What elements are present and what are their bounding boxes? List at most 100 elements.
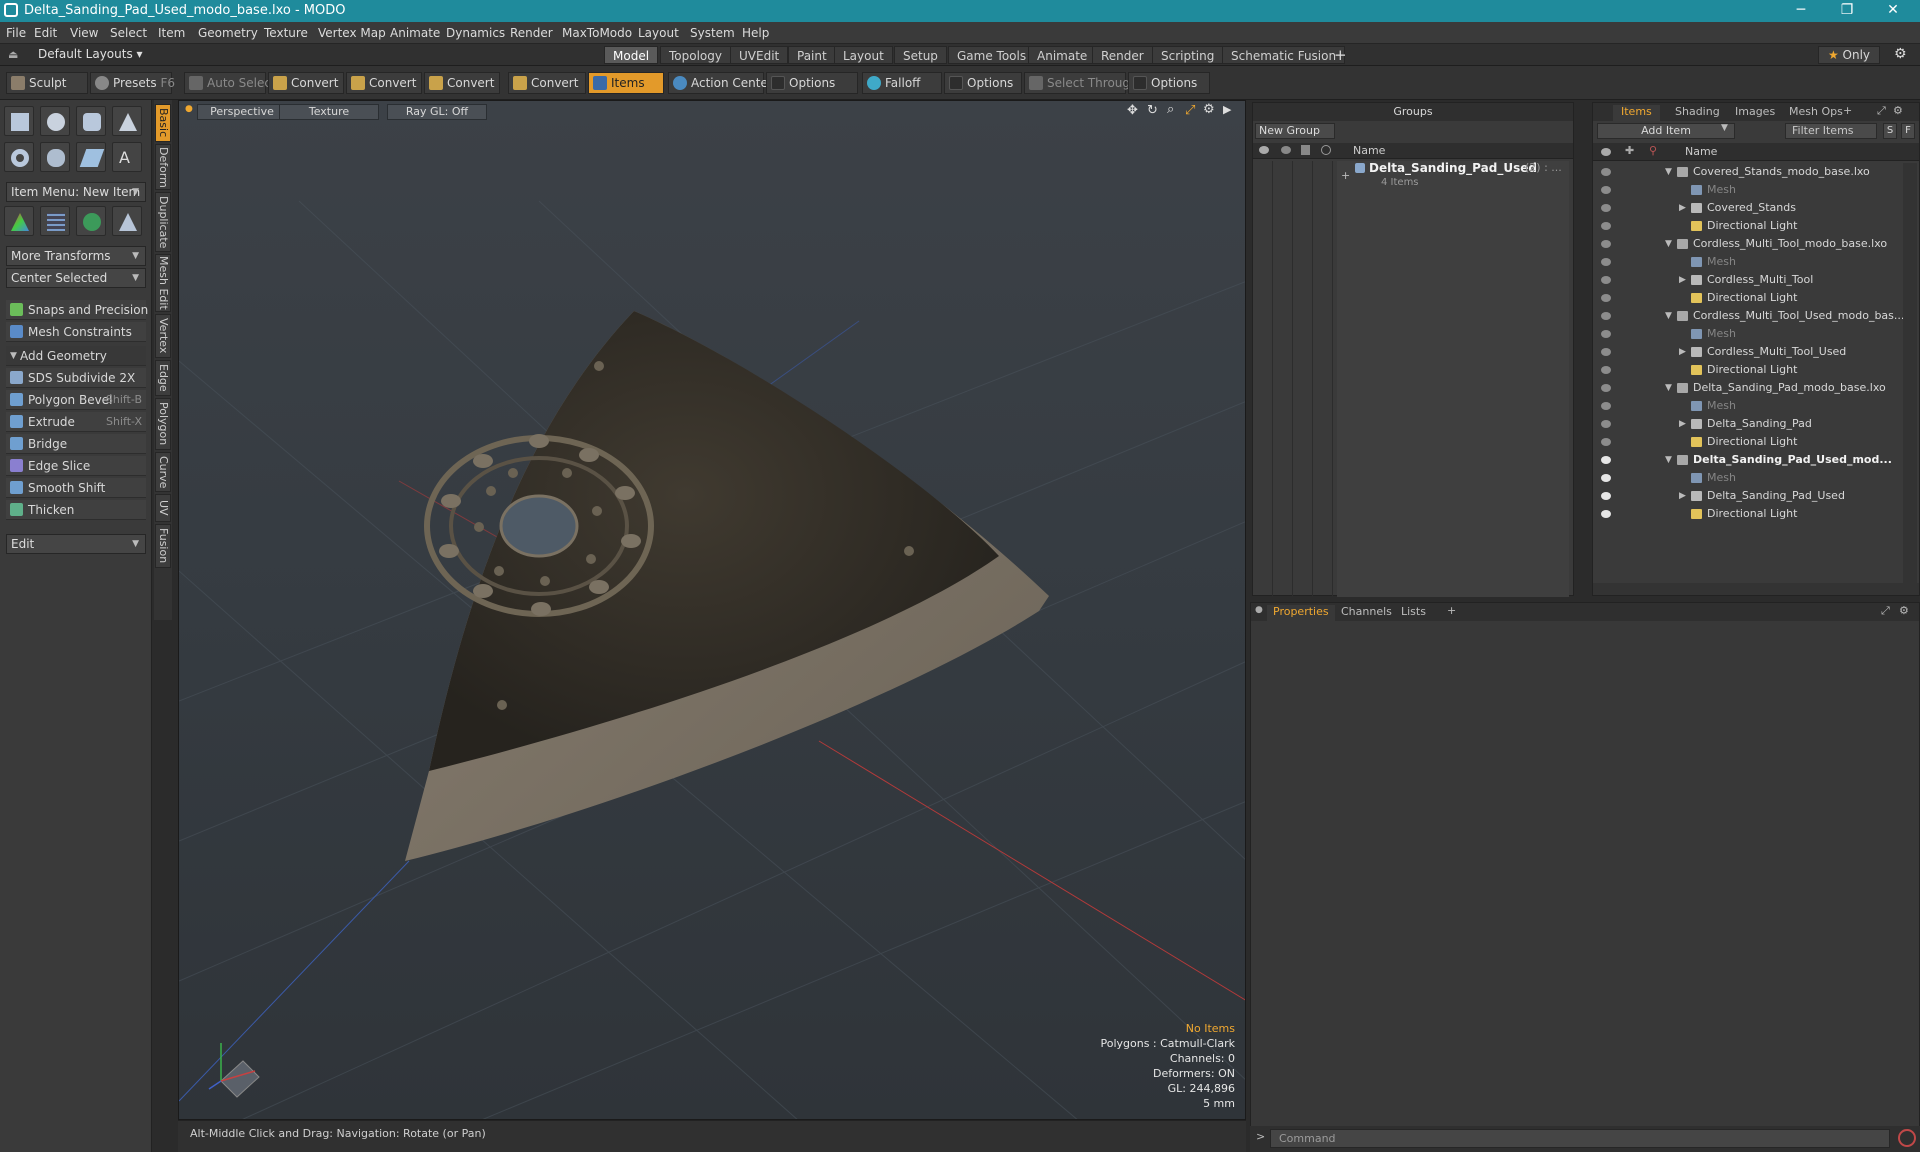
new-group-button[interactable]: New Group: [1255, 123, 1335, 139]
tab-layout[interactable]: Layout: [834, 46, 893, 64]
close-button[interactable]: ✕: [1870, 0, 1916, 22]
tab-render[interactable]: Render: [1092, 46, 1153, 64]
item-row[interactable]: ▶ Delta_Sanding_Pad: [1593, 415, 1903, 433]
edit-dropdown[interactable]: Edit ▼: [6, 534, 146, 554]
panel-settings-icon[interactable]: ⚙: [1899, 604, 1909, 617]
add-tab-icon[interactable]: +: [1843, 104, 1852, 117]
visibility-eye-icon[interactable]: [1601, 492, 1611, 500]
add-geometry-header[interactable]: ▼ Add Geometry: [6, 346, 146, 366]
vtab-basic[interactable]: Basic: [155, 104, 171, 142]
menu-edit[interactable]: Edit: [34, 26, 57, 40]
auto-select-button[interactable]: Auto Select: [184, 72, 276, 94]
vtab-mesh-edit[interactable]: Mesh Edit: [155, 254, 171, 312]
item-row[interactable]: ▼ Cordless_Multi_Tool_modo_base.lxo: [1593, 235, 1903, 253]
tool-bridge[interactable]: Bridge: [6, 434, 146, 454]
visibility-eye-icon[interactable]: [1601, 384, 1611, 392]
text-button[interactable]: A: [112, 142, 142, 172]
collapsed-arrow-icon[interactable]: ▶: [1679, 415, 1686, 433]
item-row[interactable]: ▶ Cordless_Multi_Tool_Used: [1593, 343, 1903, 361]
convert-edges-button[interactable]: Convert: [346, 72, 422, 94]
collapsed-arrow-icon[interactable]: ▶: [1679, 487, 1686, 505]
collapsed-arrow-icon[interactable]: ▶: [1679, 343, 1686, 361]
tool-extrude[interactable]: Extrude Shift-X: [6, 412, 146, 432]
item-row[interactable]: ▶ Cordless_Multi_Tool: [1593, 271, 1903, 289]
chevron-down-icon[interactable]: ▼: [1721, 123, 1728, 133]
vtab-fusion[interactable]: Fusion: [155, 524, 171, 568]
panel-menu-icon[interactable]: ●: [1255, 605, 1263, 615]
menu-animate[interactable]: Animate: [390, 26, 440, 40]
select-through-button[interactable]: Select Through: [1024, 72, 1138, 94]
item-row[interactable]: ▶ Covered_Stands: [1593, 199, 1903, 217]
menu-render[interactable]: Render: [510, 26, 553, 40]
panel-settings-icon[interactable]: ⚙: [1893, 104, 1903, 117]
menu-dynamics[interactable]: Dynamics: [446, 26, 505, 40]
tab-uvedit[interactable]: UVEdit: [730, 46, 789, 64]
visibility-eye-icon[interactable]: [1601, 366, 1611, 374]
vtab-polygon[interactable]: Polygon: [155, 398, 171, 450]
item-row[interactable]: ▶ Delta_Sanding_Pad_Used: [1593, 487, 1903, 505]
menu-item[interactable]: Item: [158, 26, 185, 40]
tab-setup[interactable]: Setup: [894, 46, 947, 64]
tab-scripting[interactable]: Scripting: [1152, 46, 1224, 64]
item-row[interactable]: Directional Light: [1593, 505, 1903, 523]
tool-sds-subdivide[interactable]: SDS Subdivide 2X: [6, 368, 146, 388]
filter-items-input[interactable]: Filter Items: [1785, 123, 1877, 139]
pyramid-button[interactable]: [112, 206, 142, 236]
tab-lists[interactable]: Lists: [1395, 605, 1432, 621]
transform-button[interactable]: [4, 206, 34, 236]
capsule-button[interactable]: [40, 142, 70, 172]
sphere-button[interactable]: [40, 106, 70, 136]
command-input[interactable]: Command: [1270, 1129, 1890, 1148]
menu-texture[interactable]: Texture: [264, 26, 308, 40]
convert-vertices-button[interactable]: Convert: [268, 72, 344, 94]
center-selected-dropdown[interactable]: Center Selected ▼: [6, 268, 146, 288]
tab-model[interactable]: Model: [604, 46, 659, 64]
visibility-eye-icon[interactable]: [1601, 510, 1611, 518]
convert-materials-button[interactable]: Convert: [508, 72, 586, 94]
tool-thicken[interactable]: Thicken: [6, 500, 146, 520]
visibility-eye-icon[interactable]: [1601, 222, 1611, 230]
item-row[interactable]: Mesh: [1593, 253, 1903, 271]
visibility-eye-icon[interactable]: [1601, 204, 1611, 212]
layout-selector[interactable]: Default Layouts ▾: [38, 47, 143, 61]
3d-viewport[interactable]: ● Perspective Texture Ray GL: Off ✥ ↻ ⌕ …: [178, 100, 1246, 1120]
item-row[interactable]: ▼ Cordless_Multi_Tool_Used_modo_bas...: [1593, 307, 1904, 325]
tool-polygon-bevel[interactable]: Polygon Bevel Shift-B: [6, 390, 146, 410]
tab-properties[interactable]: Properties: [1267, 605, 1335, 621]
cube-button[interactable]: [4, 106, 34, 136]
tab-items[interactable]: Items: [1613, 105, 1660, 121]
expand-arrow-icon[interactable]: ▼: [1665, 379, 1672, 397]
vtab-edge[interactable]: Edge: [155, 360, 171, 396]
visibility-eye-icon[interactable]: [1601, 348, 1611, 356]
globe-button[interactable]: [76, 206, 106, 236]
menu-help[interactable]: Help: [742, 26, 769, 40]
visibility-eye-icon[interactable]: [1601, 420, 1611, 428]
item-row[interactable]: Mesh: [1593, 397, 1903, 415]
items-horizontal-scrollbar[interactable]: [1593, 583, 1919, 595]
more-transforms-dropdown[interactable]: More Transforms ▼: [6, 246, 146, 266]
vtab-uv[interactable]: UV: [155, 494, 171, 522]
tab-mesh-ops[interactable]: Mesh Ops: [1781, 105, 1851, 121]
maximize-button[interactable]: ❐: [1824, 0, 1870, 22]
tab-paint[interactable]: Paint: [788, 46, 836, 64]
visibility-eye-icon[interactable]: [1601, 276, 1611, 284]
menu-vertex-map[interactable]: Vertex Map: [318, 26, 386, 40]
falloff-options-button[interactable]: Options: [944, 72, 1022, 94]
falloff-button[interactable]: Falloff: [862, 72, 942, 94]
vtab-curve[interactable]: Curve: [155, 452, 171, 492]
menu-select[interactable]: Select: [110, 26, 147, 40]
item-row[interactable]: Mesh: [1593, 469, 1903, 487]
tab-game-tools[interactable]: Game Tools: [948, 46, 1036, 64]
tab-images[interactable]: Images: [1727, 105, 1783, 121]
item-row[interactable]: ▼ Delta_Sanding_Pad_Used_mod...: [1593, 451, 1903, 469]
expand-panel-icon[interactable]: ⤢: [1881, 604, 1890, 618]
vtab-duplicate[interactable]: Duplicate: [155, 192, 171, 252]
menu-maxtomodo[interactable]: MaxToModo: [562, 26, 632, 40]
action-center-button[interactable]: Action Center: [668, 72, 773, 94]
menu-layout[interactable]: Layout: [638, 26, 679, 40]
snaps-precision-button[interactable]: Snaps and Precision: [6, 300, 148, 320]
expand-arrow-icon[interactable]: ▼: [1665, 307, 1672, 325]
presets-button[interactable]: Presets F6: [90, 72, 175, 94]
grid-button[interactable]: [40, 206, 70, 236]
expand-panel-icon[interactable]: ⤢: [1877, 104, 1886, 118]
